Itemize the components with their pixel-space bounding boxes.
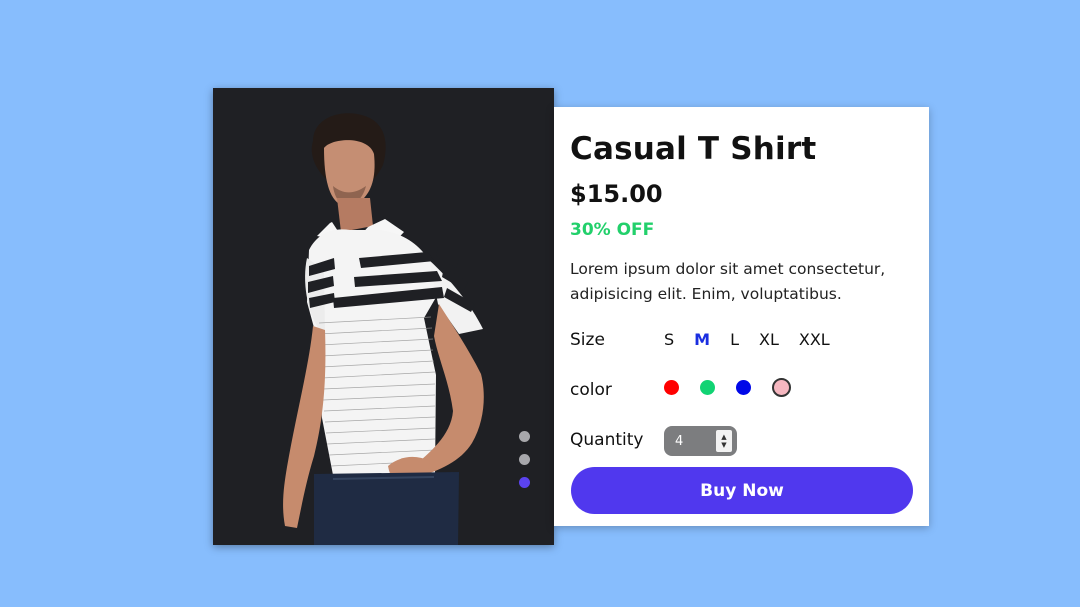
color-swatch-pink[interactable] — [772, 378, 791, 397]
color-label: color — [570, 380, 612, 400]
quantity-stepper: ▲ ▼ — [664, 426, 737, 456]
size-options: S M L XL XXL — [664, 330, 850, 349]
model-wearing-striped-polo-shirt-icon — [213, 88, 554, 545]
size-option-s[interactable]: S — [664, 330, 674, 349]
quantity-input[interactable] — [670, 430, 713, 452]
size-option-m[interactable]: M — [694, 330, 710, 349]
product-price: $15.00 — [570, 180, 663, 208]
discount-badge: 30% OFF — [570, 220, 655, 240]
size-option-xxl[interactable]: XXL — [799, 330, 830, 349]
product-title: Casual T Shirt — [570, 131, 817, 167]
size-option-xl[interactable]: XL — [759, 330, 779, 349]
image-carousel-dots — [519, 431, 531, 500]
carousel-dot-1[interactable] — [519, 431, 530, 442]
quantity-spinner[interactable]: ▲ ▼ — [716, 430, 732, 452]
product-info-card: Casual T Shirt $15.00 30% OFF Lorem ipsu… — [554, 107, 929, 526]
spinner-up-icon[interactable]: ▲ — [721, 433, 726, 441]
color-options — [664, 378, 812, 397]
size-label: Size — [570, 330, 605, 350]
product-image-card — [213, 88, 554, 545]
quantity-label: Quantity — [570, 430, 644, 450]
color-swatch-blue[interactable] — [736, 380, 751, 395]
color-swatch-red[interactable] — [664, 380, 679, 395]
buy-now-button[interactable]: Buy Now — [571, 467, 913, 514]
color-swatch-green[interactable] — [700, 380, 715, 395]
size-option-l[interactable]: L — [730, 330, 739, 349]
spinner-down-icon[interactable]: ▼ — [721, 441, 726, 449]
carousel-dot-3[interactable] — [519, 477, 530, 488]
product-description: Lorem ipsum dolor sit amet consectetur, … — [570, 260, 886, 303]
carousel-dot-2[interactable] — [519, 454, 530, 465]
